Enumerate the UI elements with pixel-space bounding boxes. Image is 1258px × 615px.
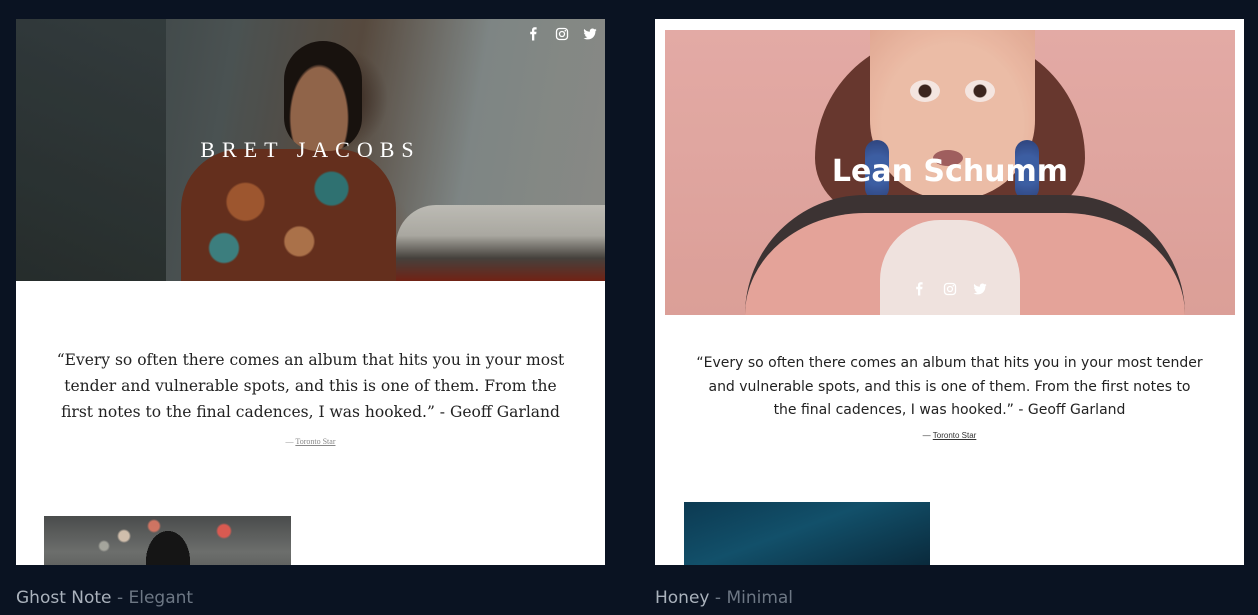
hero-image: Lean Schumm	[665, 30, 1235, 315]
gallery-thumbnail	[684, 502, 930, 565]
quote-source-link[interactable]: Toronto Star	[933, 431, 977, 440]
press-quote: “Every so often there comes an album tha…	[696, 355, 1203, 418]
quote-source: — Toronto Star	[922, 431, 977, 440]
theme-name: Honey	[655, 588, 710, 608]
artist-name: BRET JACOBS	[200, 137, 421, 162]
instagram-icon[interactable]	[943, 282, 957, 296]
theme-style: Minimal	[726, 588, 794, 608]
gallery-thumbnail	[44, 516, 291, 565]
facebook-icon[interactable]	[527, 27, 541, 41]
social-links	[665, 282, 1235, 296]
twitter-icon[interactable]	[583, 27, 597, 41]
facebook-icon[interactable]	[913, 282, 927, 296]
theme-caption-honey[interactable]: Honey - Minimal	[655, 588, 793, 608]
press-quote: “Every so often there comes an album tha…	[56, 351, 565, 421]
theme-preview-ghost-note[interactable]: BRET JACOBS “Every so often there comes …	[16, 19, 605, 565]
theme-style: Elegant	[128, 588, 194, 608]
instagram-icon[interactable]	[555, 27, 569, 41]
artist-name: Lean Schumm	[831, 154, 1069, 189]
quote-source: — Toronto Star	[285, 437, 336, 446]
theme-name: Ghost Note	[16, 588, 112, 608]
twitter-icon[interactable]	[973, 282, 987, 296]
theme-caption-ghost-note[interactable]: Ghost Note - Elegant	[16, 588, 193, 608]
social-links	[527, 27, 597, 41]
hero-image: BRET JACOBS	[16, 19, 605, 281]
quote-source-link[interactable]: Toronto Star	[295, 437, 335, 446]
theme-preview-honey[interactable]: Lean Schumm “Every so often there comes …	[655, 19, 1244, 565]
